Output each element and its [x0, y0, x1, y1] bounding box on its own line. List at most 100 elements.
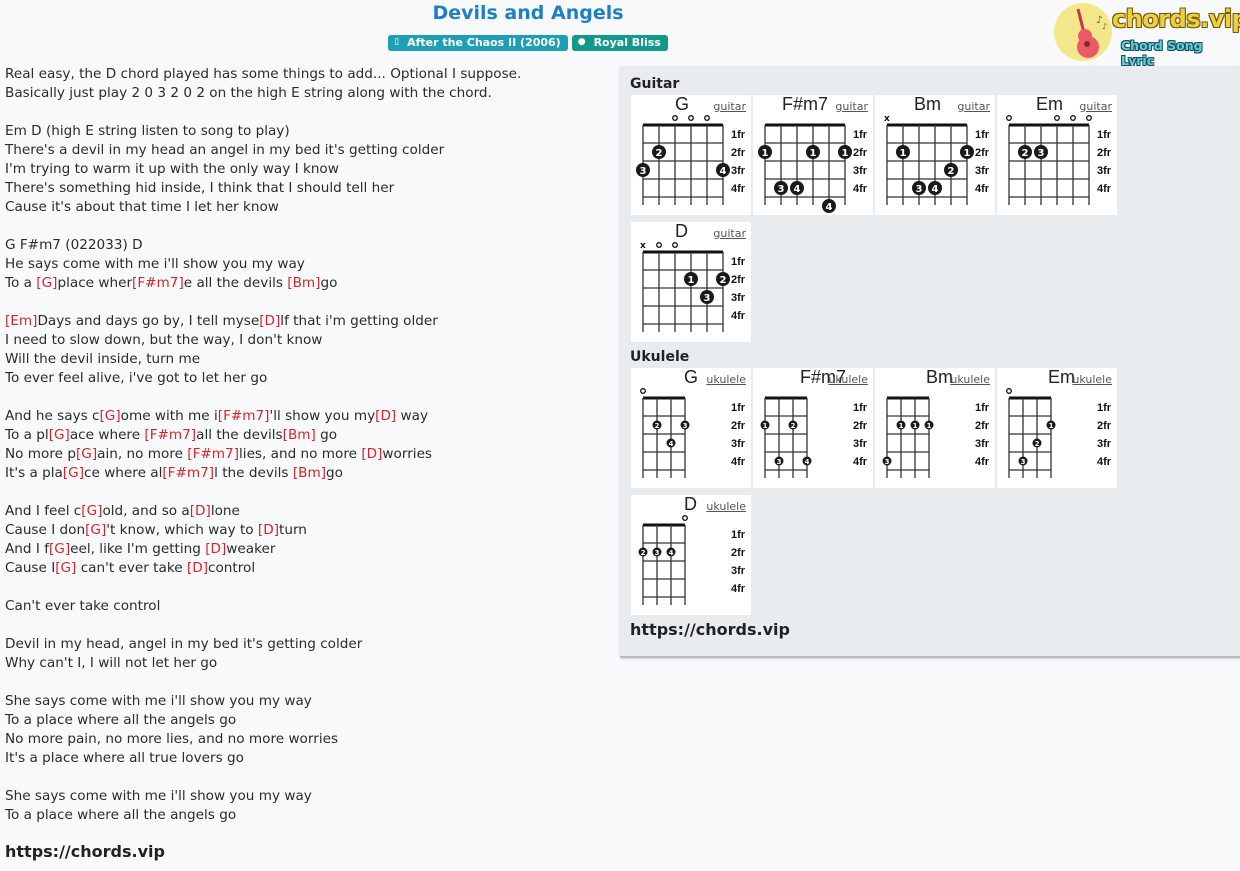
- svg-text:3: 3: [916, 184, 923, 195]
- lyric-text: To a place where all the angels go: [5, 807, 237, 823]
- chord-link[interactable]: [F#m7]: [144, 427, 196, 443]
- svg-text:♪: ♪: [1102, 22, 1107, 31]
- fretboard-diagram: 1fr2fr3fr4fr1 1 13 44: [758, 123, 868, 213]
- chord-link[interactable]: [F#m7]: [218, 408, 270, 424]
- lyrics-body: Real easy, the D chord played has some t…: [5, 65, 605, 825]
- svg-text:3: 3: [778, 184, 785, 195]
- chord-link[interactable]: [G]: [49, 427, 70, 443]
- chord-link[interactable]: [G]: [76, 446, 97, 462]
- chord-link[interactable]: [D]: [190, 503, 211, 519]
- lyric-line: No more p[G]ain, no more [F#m7]lies, and…: [5, 445, 605, 464]
- fretboard-diagram: 1fr 2fr 3fr 4fr 23 4: [636, 115, 746, 205]
- chord-link[interactable]: [D]: [259, 313, 280, 329]
- lyric-line: I need to slow down, but the way, I don'…: [5, 331, 605, 350]
- chord-link[interactable]: [G]: [55, 560, 76, 576]
- song-badges: ▯ After the Chaos II (2006) ● Royal Blis…: [0, 35, 1056, 51]
- ukulele-chord-em[interactable]: Em ukulele 1fr 2fr 3fr 4fr 1 2 3: [997, 367, 1117, 488]
- site-logo[interactable]: ♪ ♪ chords.vip Chord Song Lyric: [1054, 3, 1240, 68]
- guitar-chord-fsharpm7[interactable]: F#m7 guitar 1fr 2fr 3fr 4fr 1 1 1 3 4 4: [753, 94, 873, 215]
- chord-link[interactable]: [F#m7]: [187, 446, 239, 462]
- ukulele-chord-bm[interactable]: Bm ukulele 1fr 2fr 3fr 4fr 1 1 1 3: [875, 367, 995, 488]
- svg-text:4: 4: [826, 202, 833, 213]
- svg-text:4: 4: [805, 458, 810, 466]
- guitar-chord-bm[interactable]: Bm guitar 1fr 2fr 3fr 4fr x 1 1 2 3 4: [875, 94, 995, 215]
- chord-link[interactable]: [D]: [205, 541, 226, 557]
- finger-dot: 3: [680, 420, 690, 430]
- lyric-text: control: [208, 560, 256, 576]
- album-badge[interactable]: ▯ After the Chaos II (2006): [388, 35, 568, 51]
- lyric-text: Cause I: [5, 560, 56, 576]
- chord-link[interactable]: [Em]: [5, 313, 37, 329]
- svg-text:4: 4: [794, 184, 801, 195]
- artist-badge-label: Royal Bliss: [593, 36, 661, 49]
- fret-label: 3fr: [731, 438, 746, 450]
- chord-link[interactable]: [F#m7]: [162, 465, 214, 481]
- lyric-text: I need to slow down, but the way, I don'…: [5, 332, 323, 348]
- lyric-line: Basically just play 2 0 3 2 0 2 on the h…: [5, 84, 605, 103]
- fret-label: 1fr: [731, 402, 746, 414]
- lyric-text: To a: [5, 275, 37, 291]
- lyric-text: G F#m7 (022033) D: [5, 237, 143, 253]
- svg-text:4: 4: [720, 166, 727, 177]
- finger-dot: 3: [636, 163, 650, 177]
- open-string-marker: [688, 115, 694, 121]
- finger-dot: 4: [716, 163, 730, 177]
- fret-label: 3fr: [731, 292, 746, 304]
- muted-string-marker: x: [640, 241, 646, 251]
- finger-dot: 1: [760, 420, 770, 430]
- lyric-text: eel, like I'm getting: [70, 541, 206, 557]
- lyric-text: ome with me i: [120, 408, 218, 424]
- ukulele-chord-g[interactable]: Gukulele 1fr 2fr 3fr 4fr 2 3 4: [631, 367, 751, 488]
- guitar-chord-em[interactable]: Em guitar 1fr 2fr 3fr 4fr 2 3: [997, 94, 1117, 215]
- svg-text:1: 1: [763, 422, 768, 430]
- finger-dot: 4: [822, 199, 836, 213]
- svg-text:1: 1: [762, 148, 769, 159]
- lyric-text: Why can't I, I will not let her go: [5, 655, 218, 671]
- open-string-marker: [704, 115, 710, 121]
- chord-link[interactable]: [G]: [36, 275, 57, 291]
- chord-link[interactable]: [Bm]: [287, 275, 320, 291]
- chord-link[interactable]: [G]: [81, 503, 102, 519]
- song-title: Devils and Angels: [432, 2, 624, 24]
- lyric-text: ce where al: [84, 465, 163, 481]
- lyric-text: worries: [382, 446, 433, 462]
- ukulele-chord-d[interactable]: Dukulele 1fr 2fr 3fr 4fr 2 3 4: [631, 494, 751, 615]
- svg-text:1: 1: [899, 422, 904, 430]
- fretboard-diagram: 1fr 2fr 3fr 4fr 2 3: [1006, 115, 1112, 205]
- open-string-marker: [672, 115, 678, 121]
- fret-label: 2fr: [975, 147, 990, 159]
- chord-link[interactable]: [D]: [361, 446, 382, 462]
- chord-link[interactable]: [G]: [63, 465, 84, 481]
- ukulele-chord-fsharpm7[interactable]: F#m7 ukulele 1fr 2fr 3fr 4fr 1 2 3 4: [753, 367, 873, 488]
- finger-dot: 1: [758, 145, 772, 159]
- svg-text:4: 4: [932, 184, 939, 195]
- chord-link[interactable]: [G]: [49, 541, 70, 557]
- panel-url[interactable]: https://chords.vip: [630, 620, 790, 639]
- chord-link[interactable]: [D]: [187, 560, 208, 576]
- chord-link[interactable]: [D]: [375, 408, 396, 424]
- chord-link[interactable]: [G]: [100, 408, 121, 424]
- fret-label: 2fr: [1097, 147, 1112, 159]
- svg-text:3: 3: [704, 293, 711, 304]
- chord-link[interactable]: [Bm]: [283, 427, 316, 443]
- fret-label: 2fr: [731, 274, 746, 286]
- lyric-text: ace where: [69, 427, 145, 443]
- guitar-chord-d[interactable]: Dguitar 1fr 2fr 3fr 4fr x 1 2 3: [631, 221, 751, 342]
- album-badge-label: After the Chaos II (2006): [407, 36, 561, 49]
- chord-link[interactable]: [G]: [85, 522, 106, 538]
- lyric-text: And I f: [5, 541, 49, 557]
- footer-url[interactable]: https://chords.vip: [5, 842, 165, 861]
- lyric-text: Can't ever take control: [5, 598, 161, 614]
- lyric-text: Cause I don: [5, 522, 86, 538]
- chord-link[interactable]: [F#m7]: [132, 275, 184, 291]
- lyric-text: Will the devil inside, turn me: [5, 351, 201, 367]
- chord-link[interactable]: [D]: [258, 522, 279, 538]
- guitar-chord-g[interactable]: Gguitar 1fr 2fr 3fr 4fr 2 3 4: [631, 94, 751, 215]
- lyric-text: Basically just play 2 0 3 2 0 2 on the h…: [5, 85, 492, 101]
- artist-badge[interactable]: ● Royal Bliss: [571, 35, 668, 51]
- lyric-text: all the devils: [196, 427, 283, 443]
- chord-link[interactable]: [Bm]: [293, 465, 326, 481]
